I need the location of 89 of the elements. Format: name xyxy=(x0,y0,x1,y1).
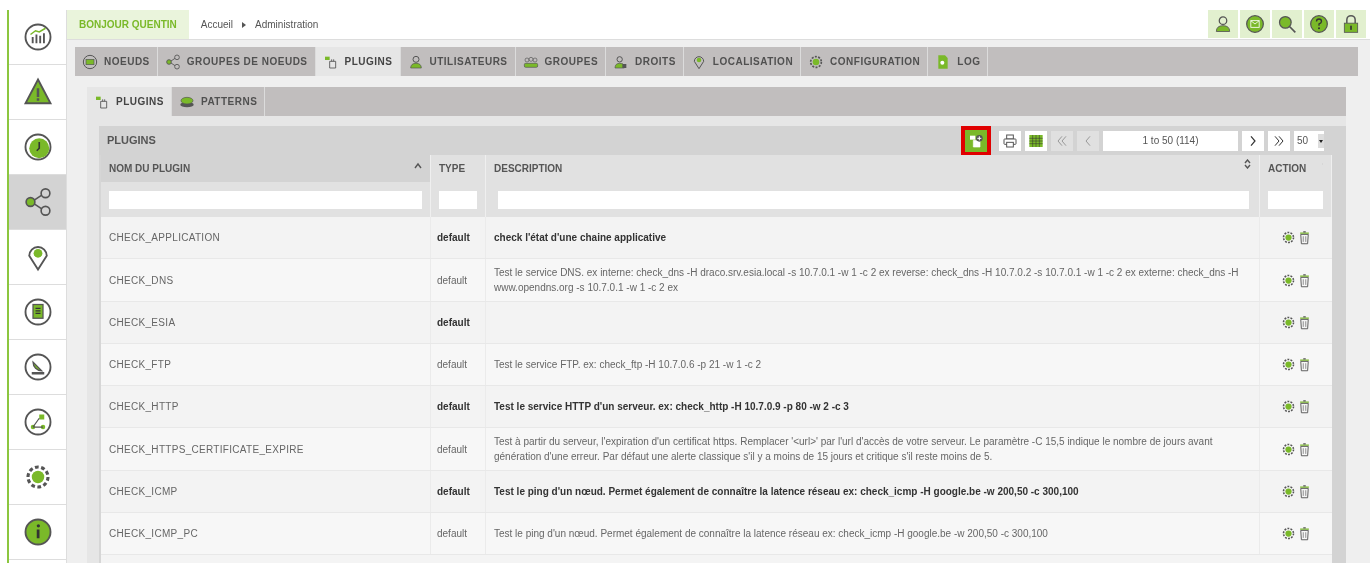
plugin-description: Test à partir du serveur, l'expiration d'un certificat https. Remplacer '<url>' par l'url d'accès de votre serveur. Le paramètre -C 15,5 indique le nombre de jours avant génération d'une erreur. Par défaut une alerte classique s'il y a moins de 15 jours et critique s'il reste moins de 5. xyxy=(494,435,1214,464)
search-button[interactable] xyxy=(1272,10,1302,38)
settings-icon xyxy=(808,53,825,70)
tab[interactable]: PLUGINS xyxy=(87,87,172,116)
filter-field[interactable] xyxy=(1268,190,1323,209)
share-icon xyxy=(22,187,53,217)
plugin-type: default xyxy=(437,527,468,541)
filter-field[interactable] xyxy=(109,190,422,209)
share-icon xyxy=(164,53,181,70)
lock-icon xyxy=(1341,14,1361,34)
column-header[interactable]: NOM DU PLUGIN xyxy=(101,155,430,182)
configure-button[interactable] xyxy=(1280,399,1296,414)
plugin-name: CHECK_ICMP_PC xyxy=(109,527,198,541)
plugin-name: CHECK_HTTP xyxy=(109,400,179,414)
panel-title: PLUGINS xyxy=(107,133,156,149)
settings-icon xyxy=(1280,315,1296,330)
satellite-dish-icon xyxy=(22,352,53,382)
user-icon xyxy=(1213,14,1233,34)
configure-button[interactable] xyxy=(1280,357,1296,372)
configure-button[interactable] xyxy=(1280,272,1296,288)
clock-icon xyxy=(22,132,53,162)
user-icon xyxy=(407,53,424,70)
add-plugin-button[interactable] xyxy=(961,125,991,156)
plugin-description: Test le ping d'un nœud. Permet également de connaître la latence réseau ex: check_icmp -H google.be -w 200,50 -c 300,100 xyxy=(494,485,1079,499)
plugin-name: CHECK_ICMP xyxy=(109,485,178,499)
sort-ascending-icon xyxy=(414,162,422,170)
monitor-icon xyxy=(82,53,98,70)
filter-field[interactable] xyxy=(498,190,1249,209)
configure-button[interactable] xyxy=(1280,230,1296,245)
column-header[interactable]: TYPE xyxy=(431,155,485,182)
plugin-name: CHECK_APPLICATION xyxy=(109,231,221,245)
settings-icon xyxy=(1280,357,1296,372)
settings-icon xyxy=(1280,484,1296,499)
lock-button[interactable] xyxy=(1336,10,1366,38)
settings-icon xyxy=(1280,441,1296,457)
last-page-button[interactable] xyxy=(1268,130,1290,151)
book-icon xyxy=(22,297,53,327)
column-header[interactable]: ACTION xyxy=(1260,155,1331,182)
settings-icon xyxy=(1280,526,1296,541)
print-button[interactable] xyxy=(999,130,1021,151)
settings-icon xyxy=(1280,272,1296,288)
mail-button[interactable] xyxy=(1240,10,1270,38)
configure-button[interactable] xyxy=(1280,315,1296,330)
page-info-field[interactable]: 1 to 50 (114) xyxy=(1103,130,1238,151)
plugin-type: default xyxy=(437,442,468,457)
search-icon xyxy=(1277,14,1297,34)
plugin-description: Test le service HTTP d'un serveur. ex: check_http -H 10.7.0.9 -p 80 -w 2 -c 3 xyxy=(494,400,849,414)
page-size-select[interactable]: 50 xyxy=(1294,130,1324,151)
settings-icon xyxy=(1280,399,1296,414)
plugin-type: default xyxy=(437,358,468,372)
plugin-name: CHECK_FTP xyxy=(109,358,172,372)
filter-field[interactable] xyxy=(439,190,477,209)
tab[interactable]: PLUGINS xyxy=(315,47,401,76)
sidebar-item[interactable] xyxy=(9,175,66,230)
plugin-name: CHECK_DNS xyxy=(109,273,174,288)
plugin-description: Test le service DNS. ex interne: check_dns -H draco.srv.esia.local -s 10.7.0.1 -w 1 -c 2 ex reverse: check_dns -H 10.7.0.2 -s 10.7.0.1 -w 1 -c 2 ex externe: check_dns -H www.opendns.org -s 10.7.0.1 -w 1 -c 2 ex xyxy=(494,266,1240,295)
plugin-name: CHECK_ESIA xyxy=(109,316,176,330)
settings-icon xyxy=(1280,230,1296,245)
caret-icon xyxy=(241,20,248,29)
user-button[interactable] xyxy=(1208,10,1238,38)
warning-icon xyxy=(22,77,53,107)
columns-icon xyxy=(1028,132,1044,149)
breadcrumb-link[interactable]: Administration xyxy=(251,17,323,32)
chart-icon xyxy=(22,22,53,52)
help-icon xyxy=(1309,14,1329,34)
plugin-description: Test le ping d'un nœud. Permet également de connaître la latence réseau ex: check_icmp -H google.be -w 200,50 -c 300,100 xyxy=(494,527,1048,541)
plugin-description: check l'état d'une chaine applicative xyxy=(494,231,667,245)
columns-button[interactable] xyxy=(1025,130,1047,151)
flowchart-icon xyxy=(22,407,53,437)
plugin-type: default xyxy=(437,273,468,288)
breadcrumb-link[interactable]: Accueil xyxy=(196,17,238,32)
printer-icon xyxy=(1002,132,1018,149)
plugin-description: Test le service FTP. ex: check_ftp -H 10.7.0.6 -p 21 -w 1 -c 2 xyxy=(494,358,762,372)
next-page-button[interactable] xyxy=(1242,130,1264,151)
scrollbar[interactable] xyxy=(1332,126,1346,563)
plugin-type: default xyxy=(437,400,470,414)
greeting: BONJOUR QUENTIN xyxy=(67,10,189,39)
addplugin-icon xyxy=(968,132,984,149)
mail-icon xyxy=(1245,14,1265,34)
plugin-type: default xyxy=(437,485,470,499)
configure-button[interactable] xyxy=(1280,526,1296,541)
plugin-type: default xyxy=(437,316,470,330)
plugin-type: default xyxy=(437,231,470,245)
configure-button[interactable] xyxy=(1280,484,1296,499)
info-icon xyxy=(22,517,53,547)
configure-button[interactable] xyxy=(1280,441,1296,457)
column-header[interactable]: DESCRIPTION xyxy=(486,155,1259,182)
help-button[interactable] xyxy=(1304,10,1334,38)
plugin-name: CHECK_HTTPS_CERTIFICATE_EXPIRE xyxy=(109,442,304,457)
